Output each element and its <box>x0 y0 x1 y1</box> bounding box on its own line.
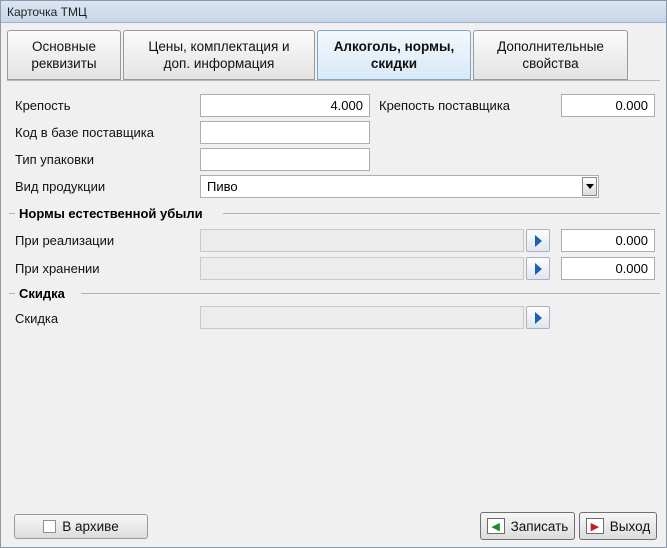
supplier-code-label: Код в базе поставщика <box>15 125 154 140</box>
exit-icon: ▶ <box>585 518 604 534</box>
section-divider <box>9 213 15 214</box>
product-kind-label: Вид продукции <box>15 179 106 194</box>
product-kind-value: Пиво <box>207 179 238 194</box>
sale-loss-label: При реализации <box>15 233 115 248</box>
discount-choose-button[interactable] <box>526 306 550 329</box>
title-bar: Карточка ТМЦ <box>1 1 666 23</box>
discount-select[interactable] <box>200 306 524 329</box>
sale-loss-select[interactable] <box>200 229 524 252</box>
archive-checkbox[interactable]: В архиве <box>14 514 148 539</box>
section-divider <box>81 293 660 294</box>
storage-loss-label: При хранении <box>15 261 100 276</box>
save-label: Записать <box>510 518 569 534</box>
sale-loss-field[interactable]: 0.000 <box>561 229 655 252</box>
storage-loss-select[interactable] <box>200 257 524 280</box>
product-kind-select[interactable]: Пиво <box>200 175 599 198</box>
tab-main-details[interactable]: Основные реквизиты <box>7 30 121 80</box>
strength-field[interactable]: 4.000 <box>200 94 370 117</box>
losses-section-title: Нормы естественной убыли <box>19 205 203 221</box>
discount-label: Скидка <box>15 311 59 326</box>
tab-alcohol-norms-discounts[interactable]: Алкоголь, нормы, скидки <box>317 30 471 80</box>
supplier-code-field[interactable] <box>200 121 370 144</box>
storage-loss-value: 0.000 <box>615 261 648 276</box>
supplier-strength-value: 0.000 <box>615 98 648 113</box>
exit-button[interactable]: ▶ Выход <box>579 512 657 540</box>
package-type-label: Тип упаковки <box>15 152 94 167</box>
save-icon: ◀ <box>486 518 505 534</box>
strength-label: Крепость <box>15 98 71 113</box>
save-button[interactable]: ◀ Записать <box>480 512 575 540</box>
section-divider <box>9 293 15 294</box>
package-type-field[interactable] <box>200 148 370 171</box>
sale-loss-choose-button[interactable] <box>526 229 550 252</box>
exit-label: Выход <box>609 518 651 534</box>
window-title: Карточка ТМЦ <box>7 5 87 19</box>
chevron-down-icon <box>585 184 594 189</box>
window: Карточка ТМЦ Основные реквизиты Цены, ко… <box>0 0 667 548</box>
checkbox-box[interactable] <box>43 520 57 533</box>
discount-section-title: Скидка <box>19 285 65 301</box>
tab-additional-properties[interactable]: Дополнительные свойства <box>473 30 628 80</box>
product-kind-dropdown-button[interactable] <box>582 177 597 196</box>
play-arrow-icon <box>534 234 542 247</box>
section-divider <box>223 213 660 214</box>
supplier-strength-label: Крепость поставщика <box>379 98 511 113</box>
sale-loss-value: 0.000 <box>615 233 648 248</box>
strength-value: 4.000 <box>330 98 363 113</box>
tab-prices-additional[interactable]: Цены, комплектация и доп. информация <box>123 30 315 80</box>
storage-loss-choose-button[interactable] <box>526 257 550 280</box>
play-arrow-icon <box>534 262 542 275</box>
supplier-strength-field[interactable]: 0.000 <box>561 94 655 117</box>
archive-label: В архиве <box>62 519 119 534</box>
play-arrow-icon <box>534 311 542 324</box>
storage-loss-field[interactable]: 0.000 <box>561 257 655 280</box>
